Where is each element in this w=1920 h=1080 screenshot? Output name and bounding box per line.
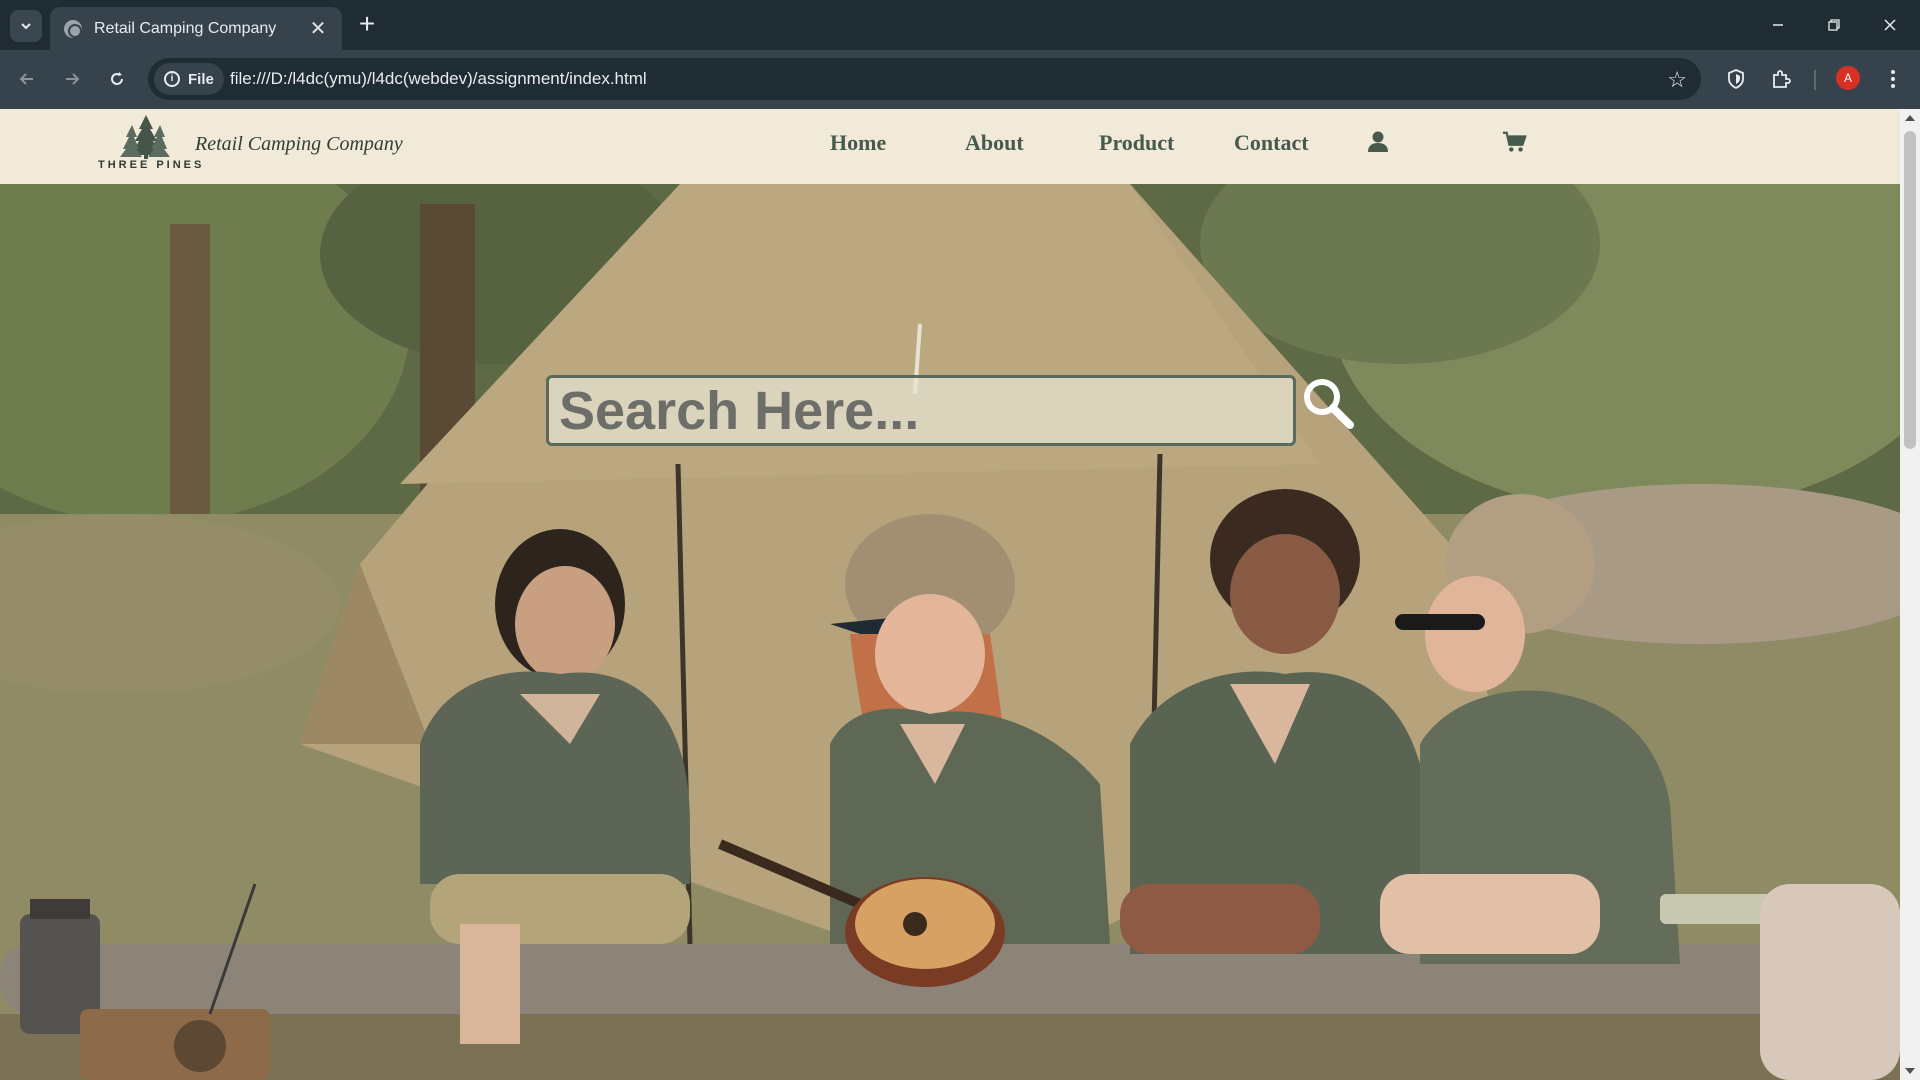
page-scrollbar[interactable] — [1900, 109, 1920, 1080]
scroll-up-arrow-icon[interactable] — [1905, 115, 1915, 121]
close-icon[interactable]: ✕ — [308, 16, 328, 41]
page-viewport: THREE PINES Retail Camping Company Home … — [0, 109, 1900, 1080]
browser-tab[interactable]: Retail Camping Company ✕ — [50, 7, 342, 50]
browser-tabstrip: Retail Camping Company ✕ + — [0, 0, 1920, 50]
scroll-thumb[interactable] — [1904, 131, 1916, 449]
hero-image — [0, 184, 1900, 1080]
address-bar[interactable]: i File file:///D:/l4dc(ymu)/l4dc(webdev)… — [148, 58, 1701, 100]
cart-icon[interactable] — [1502, 129, 1528, 155]
toolbar-separator — [1814, 70, 1816, 90]
minimize-icon[interactable] — [1758, 10, 1798, 40]
site-info-chip[interactable]: i File — [154, 63, 224, 95]
nav-about[interactable]: About — [965, 130, 1024, 156]
nav-home[interactable]: Home — [830, 130, 886, 156]
search-icon — [1304, 379, 1354, 429]
chevron-down-icon — [21, 23, 31, 30]
menu-icon[interactable] — [1878, 64, 1908, 94]
globe-icon — [64, 19, 82, 38]
logo-text: THREE PINES — [98, 159, 205, 171]
search-input[interactable] — [546, 375, 1296, 446]
shield-icon[interactable] — [1721, 64, 1751, 94]
site-header: THREE PINES Retail Camping Company Home … — [0, 109, 1900, 184]
file-chip-label: File — [188, 70, 214, 88]
hero-photo-illustration — [0, 184, 1900, 1080]
close-window-icon[interactable] — [1870, 10, 1910, 40]
back-icon[interactable] — [12, 64, 42, 94]
reload-icon[interactable] — [102, 64, 132, 94]
info-icon: i — [164, 71, 180, 87]
brand-name[interactable]: Retail Camping Company — [195, 133, 403, 156]
nav-product[interactable]: Product — [1099, 130, 1174, 156]
forward-icon[interactable] — [57, 64, 87, 94]
search-button[interactable] — [1300, 375, 1360, 435]
scroll-down-arrow-icon[interactable] — [1905, 1068, 1915, 1074]
plus-icon[interactable]: + — [352, 10, 382, 40]
tab-search-button[interactable] — [10, 10, 42, 42]
user-icon[interactable] — [1365, 129, 1391, 155]
url-text[interactable]: file:///D:/l4dc(ymu)/l4dc(webdev)/assign… — [230, 69, 647, 89]
tab-title: Retail Camping Company — [94, 19, 277, 37]
extensions-icon[interactable] — [1766, 64, 1796, 94]
nav-contact[interactable]: Contact — [1234, 130, 1309, 156]
avatar[interactable]: A — [1836, 66, 1860, 90]
restore-icon[interactable] — [1814, 10, 1854, 40]
browser-toolbar: i File file:///D:/l4dc(ymu)/l4dc(webdev)… — [0, 50, 1920, 109]
star-icon[interactable]: ☆ — [1667, 67, 1687, 93]
